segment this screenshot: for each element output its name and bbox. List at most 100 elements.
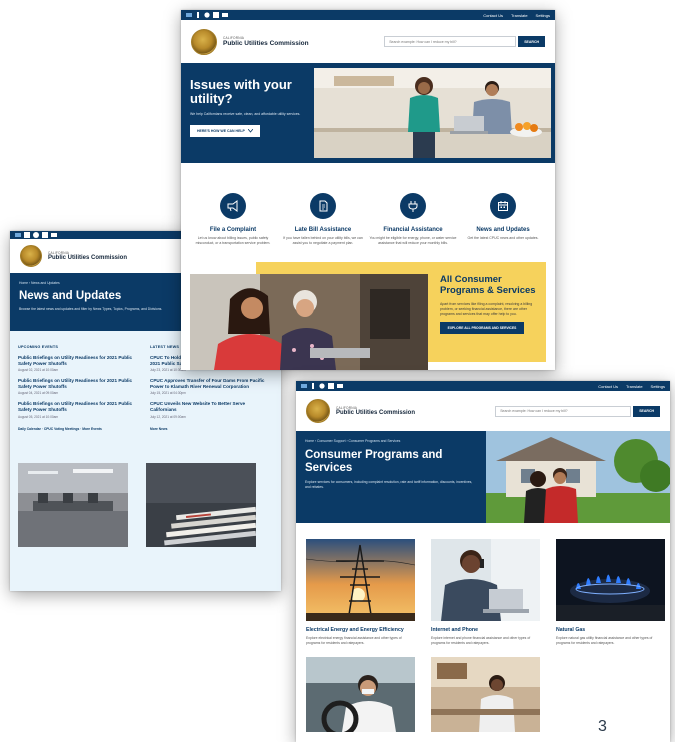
- facebook-icon[interactable]: [24, 232, 30, 238]
- brand[interactable]: CALIFORNIA Public Utilities Commission: [336, 406, 415, 416]
- calendar-icon[interactable]: [490, 193, 516, 219]
- feature-desc: You might be eligible for energy, phone,…: [369, 236, 457, 245]
- state-seal-icon[interactable]: [191, 28, 217, 55]
- page-subtitle: Explore services for consumers, includin…: [305, 480, 473, 489]
- contact-us-link[interactable]: Contact Us: [483, 13, 503, 18]
- program-card-title[interactable]: Natural Gas: [556, 627, 665, 633]
- more-news-link[interactable]: More News: [150, 427, 272, 431]
- feature-desc: Let us know about billing issues, public…: [195, 236, 271, 245]
- search-input[interactable]: Search example: How can I reduce my bill…: [495, 405, 632, 417]
- meeting-room-image[interactable]: [18, 462, 128, 547]
- program-card-internet[interactable]: Internet and Phone Explore internet and …: [431, 539, 540, 645]
- state-seal-icon[interactable]: [306, 399, 330, 423]
- translate-link[interactable]: Translate: [511, 13, 528, 18]
- newspapers-image[interactable]: [146, 462, 256, 547]
- contact-us-link[interactable]: Contact Us: [598, 384, 618, 389]
- programs-grid-row-2: [296, 645, 670, 733]
- event-date: August 05, 2021 at 10:00am: [18, 414, 59, 419]
- brand-name: Public Utilities Commission: [223, 40, 309, 47]
- driver-mask-image[interactable]: [306, 657, 415, 733]
- upcoming-events: UPCOMING EVENTS Public Briefings on Util…: [18, 345, 140, 431]
- search-button[interactable]: SEARCH: [633, 405, 660, 417]
- news-date: July 15, 2021 at 04:30pm: [150, 391, 186, 396]
- document-icon[interactable]: [310, 193, 336, 219]
- email-icon[interactable]: [51, 232, 57, 238]
- logo-icon: [15, 232, 21, 238]
- linkedin-icon[interactable]: [328, 383, 334, 389]
- settings-link[interactable]: Settings: [651, 384, 665, 389]
- logo-icon: [301, 383, 307, 389]
- hero-text: We help Californians receive safe, clean…: [190, 112, 301, 116]
- news-title[interactable]: CPUC Unveils New Website To Better Serve…: [150, 401, 272, 412]
- feature-title[interactable]: Financial Assistance: [369, 227, 457, 233]
- event-title[interactable]: Public Briefings on Utility Readiness fo…: [18, 401, 140, 412]
- email-icon[interactable]: [222, 12, 228, 18]
- hero-title: Issues with your utility?: [190, 77, 292, 106]
- twitter-icon[interactable]: [33, 232, 39, 238]
- couple-house-image: [486, 431, 670, 523]
- hero-cta-button[interactable]: HERE'S HOW WE CAN HELP: [190, 125, 260, 137]
- programs-hero: Home › Consumer Support › Consumer Progr…: [296, 431, 670, 529]
- feature-title[interactable]: Late Bill Assistance: [279, 227, 367, 233]
- home-hero: Issues with your utility? We help Califo…: [181, 63, 555, 163]
- program-card-desc: Explore electrical energy financial assi…: [306, 636, 402, 645]
- plug-icon[interactable]: [400, 193, 426, 219]
- feature-title[interactable]: File a Complaint: [189, 227, 277, 233]
- linkedin-icon[interactable]: [42, 232, 48, 238]
- brand[interactable]: CALIFORNIA Public Utilities Commission: [223, 36, 309, 47]
- feature-financial-assistance[interactable]: Financial Assistance You might be eligib…: [369, 193, 457, 246]
- list-item[interactable]: CPUC Unveils New Website To Better Serve…: [150, 401, 272, 418]
- feature-file-complaint[interactable]: File a Complaint Let us know about billi…: [189, 193, 277, 246]
- event-title[interactable]: Public Briefings on Utility Readiness fo…: [18, 378, 140, 389]
- list-item[interactable]: Public Briefings on Utility Readiness fo…: [18, 401, 140, 418]
- program-card-natural-gas[interactable]: Natural Gas Explore natural gas utility …: [556, 539, 665, 645]
- man-kitchen-image[interactable]: [431, 657, 540, 733]
- brand[interactable]: CALIFORNIA Public Utilities Commission: [48, 251, 127, 261]
- program-card-desc: Explore internet and phone financial ass…: [431, 636, 531, 645]
- megaphone-icon[interactable]: [220, 193, 246, 219]
- man-phone-laptop-image[interactable]: [431, 539, 540, 621]
- events-links[interactable]: Daily Calendar · CPUC Voting Meetings · …: [18, 427, 140, 431]
- program-card-transportation[interactable]: [306, 657, 415, 733]
- brand-name: Public Utilities Commission: [48, 255, 128, 261]
- brand-name: Public Utilities Commission: [336, 410, 416, 416]
- site-header: CALIFORNIA Public Utilities Commission S…: [181, 20, 555, 63]
- feature-late-bill[interactable]: Late Bill Assistance If you have fallen …: [279, 193, 367, 246]
- logo-icon: [186, 12, 192, 18]
- twitter-icon[interactable]: [319, 383, 325, 389]
- explore-programs-button[interactable]: EXPLORE ALL PROGRAMS AND SERVICES: [440, 322, 524, 335]
- gas-flame-image[interactable]: [556, 539, 665, 621]
- program-card-title[interactable]: Internet and Phone: [431, 627, 540, 633]
- utility-bar: Contact Us Translate Settings: [181, 10, 555, 20]
- twitter-icon[interactable]: [204, 12, 210, 18]
- feature-title[interactable]: News and Updates: [459, 227, 547, 233]
- couple-kitchen-image: [314, 68, 551, 158]
- program-card-water[interactable]: [431, 657, 540, 733]
- list-item[interactable]: Public Briefings on Utility Readiness fo…: [18, 355, 140, 372]
- chevron-down-icon: [247, 129, 253, 133]
- email-icon[interactable]: [337, 383, 343, 389]
- state-seal-icon[interactable]: [20, 245, 42, 267]
- list-item[interactable]: Public Briefings on Utility Readiness fo…: [18, 378, 140, 395]
- programs-grid: Electrical Energy and Energy Efficiency …: [296, 529, 670, 645]
- linkedin-icon[interactable]: [213, 12, 219, 18]
- program-card-electrical[interactable]: Electrical Energy and Energy Efficiency …: [306, 539, 415, 645]
- translate-link[interactable]: Translate: [626, 384, 643, 389]
- breadcrumb[interactable]: Home › Consumer Support › Consumer Progr…: [305, 439, 477, 443]
- event-date: August 04, 2021 at 09:00am: [18, 391, 59, 396]
- news-date: July 12, 2021 at 09:00am: [150, 414, 186, 419]
- search-button[interactable]: SEARCH: [518, 36, 545, 47]
- list-item[interactable]: CPUC Approves Transfer of Four Dams From…: [150, 378, 272, 395]
- consumer-programs-title: All Consumer Programs & Services: [440, 274, 536, 296]
- facebook-icon[interactable]: [310, 383, 316, 389]
- power-tower-image[interactable]: [306, 539, 415, 621]
- search-input[interactable]: Search example: How can I reduce my bill…: [384, 36, 517, 47]
- program-card-title[interactable]: Electrical Energy and Energy Efficiency: [306, 627, 415, 633]
- news-title[interactable]: CPUC Approves Transfer of Four Dams From…: [150, 378, 272, 389]
- settings-link[interactable]: Settings: [536, 13, 550, 18]
- facebook-icon[interactable]: [195, 12, 201, 18]
- event-title[interactable]: Public Briefings on Utility Readiness fo…: [18, 355, 140, 366]
- feature-news-updates[interactable]: News and Updates Get the latest CPUC new…: [459, 193, 547, 246]
- site-search: Search example: How can I reduce my bill…: [384, 36, 545, 47]
- upcoming-events-heading: UPCOMING EVENTS: [18, 345, 59, 349]
